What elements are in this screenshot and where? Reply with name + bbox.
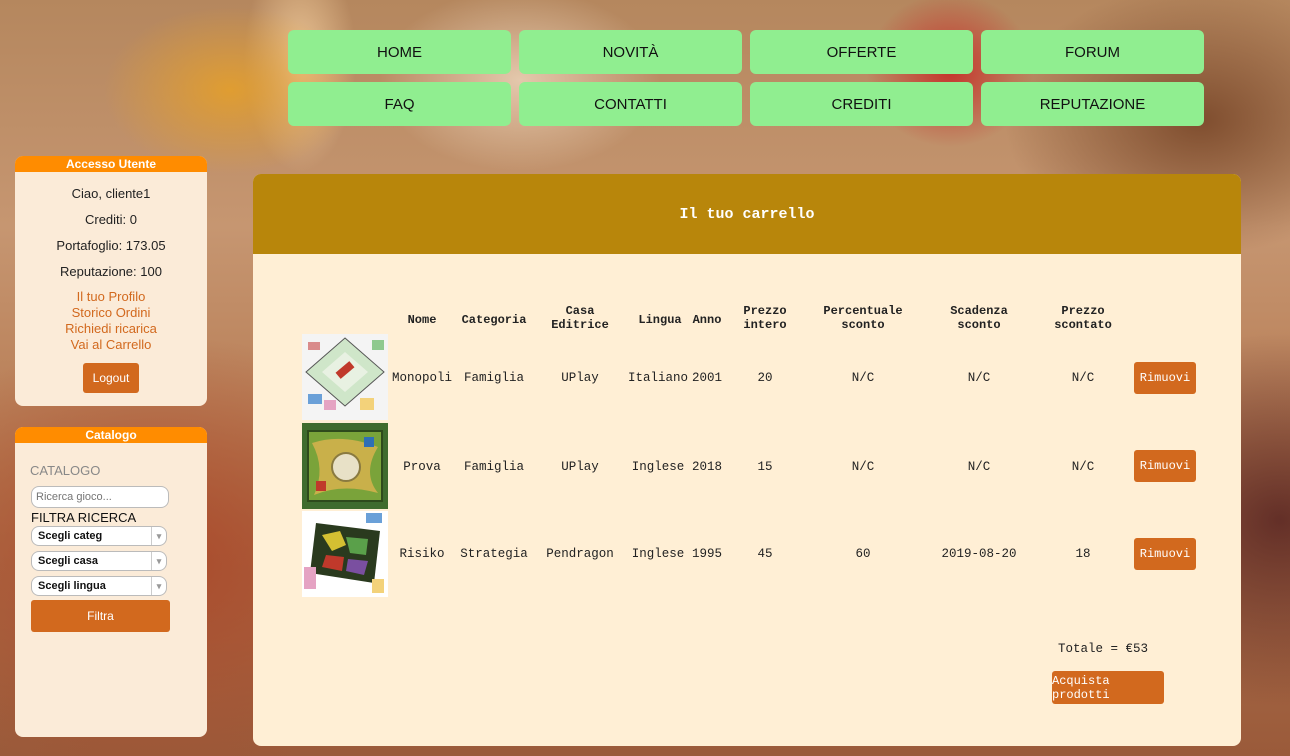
cell-nome: Prova (403, 460, 441, 474)
nav-crediti[interactable]: CREDITI (750, 82, 973, 126)
header-scad-line1: Scadenza (950, 304, 1008, 318)
cell-anno: 1995 (691, 547, 722, 561)
chevron-down-icon: ▾ (151, 552, 166, 570)
user-panel-title: Accesso Utente (15, 156, 207, 172)
header-casa: Casa Editrice (541, 304, 619, 332)
cell-prezzo: 45 (757, 547, 773, 561)
chevron-down-icon: ▾ (151, 577, 166, 595)
cell-prezzo: 15 (757, 460, 773, 474)
cell-categoria: Strategia (460, 547, 528, 561)
header-perc-line2: sconto (841, 318, 885, 332)
language-select[interactable]: Scegli lingua ▾ (31, 576, 167, 596)
cell-scadenza: N/C (967, 371, 991, 385)
catalog-panel: Catalogo CATALOGO FILTRA RICERCA Scegli … (15, 427, 207, 737)
remove-button[interactable]: Rimuovi (1134, 538, 1196, 570)
header-prezzo-intero: Prezzo intero (737, 304, 793, 332)
header-scad-line2: sconto (957, 318, 1001, 332)
publisher-select-value: Scegli casa (38, 555, 98, 567)
header-prezzo-line1: Prezzo (743, 304, 787, 318)
search-input[interactable] (31, 486, 169, 508)
nav-offerte[interactable]: OFFERTE (750, 30, 973, 74)
cell-categoria: Famiglia (463, 460, 524, 474)
product-image-prova (302, 423, 388, 509)
product-image-risiko (302, 511, 388, 597)
language-select-value: Scegli lingua (38, 580, 106, 592)
cell-scontato: N/C (1071, 371, 1095, 385)
cell-scadenza: 2019-08-20 (941, 547, 1017, 561)
cell-scontato: N/C (1071, 460, 1095, 474)
remove-button[interactable]: Rimuovi (1134, 450, 1196, 482)
header-prezzo-line2: intero (743, 318, 787, 332)
header-perc-line1: Percentuale (823, 304, 903, 318)
cart-total: Totale = €53 (1057, 642, 1148, 656)
catalog-panel-title: Catalogo (15, 427, 207, 443)
user-panel: Accesso Utente Ciao, cliente1 Crediti: 0… (15, 156, 207, 406)
cart-panel: Il tuo carrello Nome Categoria Casa Edit… (253, 174, 1241, 746)
catalog-heading: CATALOGO (30, 463, 101, 478)
cell-lingua: Inglese (631, 547, 685, 561)
remove-button[interactable]: Rimuovi (1134, 362, 1196, 394)
nav-novita[interactable]: NOVITÀ (519, 30, 742, 74)
link-request-topup[interactable]: Richiedi ricarica (15, 321, 207, 337)
link-profile[interactable]: Il tuo Profilo (15, 289, 207, 305)
cell-casa: UPlay (561, 371, 599, 385)
cell-scontato: 18 (1075, 547, 1091, 561)
header-casa-line2: Editrice (551, 318, 609, 332)
user-reputation: Reputazione: 100 (60, 264, 162, 279)
filter-heading: FILTRA RICERCA (31, 510, 137, 525)
link-go-to-cart[interactable]: Vai al Carrello (15, 337, 207, 353)
user-credits: Crediti: 0 (84, 212, 138, 227)
nav-contatti[interactable]: CONTATTI (519, 82, 742, 126)
buy-products-button[interactable]: Acquista prodotti (1052, 671, 1164, 704)
link-order-history[interactable]: Storico Ordini (15, 305, 207, 321)
cell-percentuale: 60 (855, 547, 871, 561)
cell-percentuale: N/C (851, 371, 875, 385)
header-categoria: Categoria (461, 313, 527, 327)
header-nome: Nome (407, 313, 437, 327)
user-greeting: Ciao, cliente1 (71, 186, 151, 201)
logout-button[interactable]: Logout (83, 363, 139, 393)
cell-nome: Risiko (399, 547, 445, 561)
header-scont-line2: scontato (1054, 318, 1112, 332)
cell-categoria: Famiglia (463, 371, 524, 385)
cell-lingua: Inglese (631, 460, 685, 474)
nav-forum[interactable]: FORUM (981, 30, 1204, 74)
cell-percentuale: N/C (851, 460, 875, 474)
header-scont-line1: Prezzo (1061, 304, 1105, 318)
nav-home[interactable]: HOME (288, 30, 511, 74)
cell-casa: UPlay (561, 460, 599, 474)
header-casa-line1: Casa (565, 304, 595, 318)
filter-button[interactable]: Filtra (31, 600, 170, 632)
header-percentuale-sconto: Percentuale sconto (813, 304, 913, 332)
cell-anno: 2001 (691, 371, 722, 385)
chevron-down-icon: ▾ (151, 527, 166, 545)
nav-faq[interactable]: FAQ (288, 82, 511, 126)
cart-table: Nome Categoria Casa Editrice Lingua Anno… (253, 174, 1241, 746)
category-select-value: Scegli categ (38, 530, 103, 542)
nav-reputazione[interactable]: REPUTAZIONE (981, 82, 1204, 126)
cell-nome: Monopoli (391, 371, 452, 385)
cell-prezzo: 20 (757, 371, 773, 385)
header-prezzo-scontato: Prezzo scontato (1038, 304, 1128, 332)
user-wallet: Portafoglio: 173.05 (56, 238, 166, 253)
header-scadenza-sconto: Scadenza sconto (934, 304, 1024, 332)
product-image-monopoli (302, 334, 388, 420)
category-select[interactable]: Scegli categ ▾ (31, 526, 167, 546)
cell-anno: 2018 (691, 460, 722, 474)
header-lingua: Lingua (638, 313, 682, 327)
publisher-select[interactable]: Scegli casa ▾ (31, 551, 167, 571)
cell-casa: Pendragon (546, 547, 614, 561)
cell-lingua: Italiano (627, 371, 688, 385)
header-anno: Anno (692, 313, 722, 327)
cell-scadenza: N/C (967, 460, 991, 474)
